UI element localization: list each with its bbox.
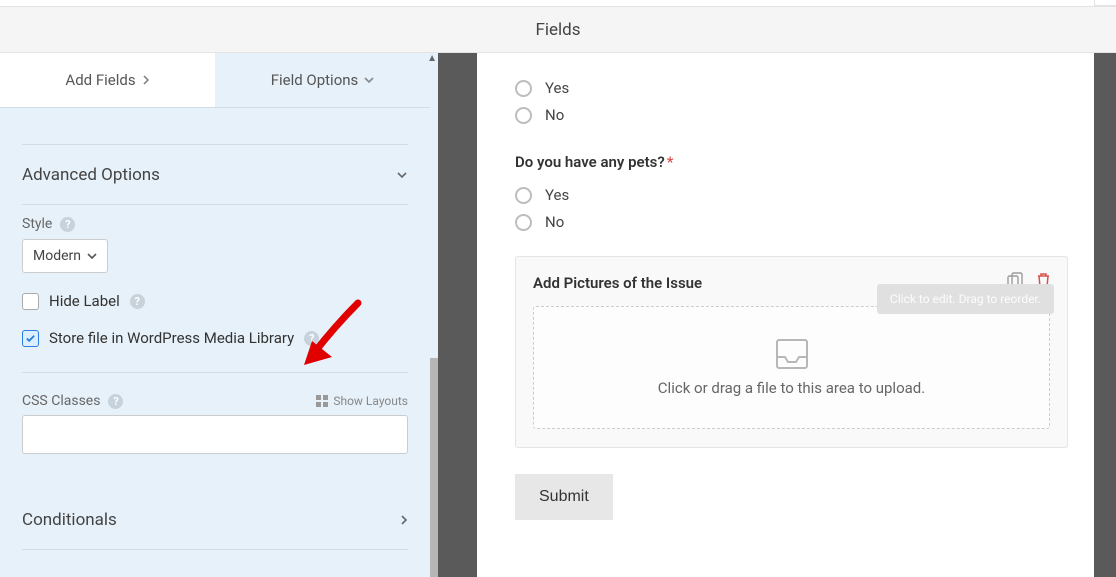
option-no-label: No [545,213,564,231]
submit-button[interactable]: Submit [515,474,613,520]
section-advanced-options[interactable]: Advanced Options [22,145,408,204]
help-icon[interactable]: ? [60,217,75,232]
store-media-text: Store file in WordPress Media Library [49,329,294,347]
radio-icon[interactable] [515,107,532,124]
question-pets: Do you have any pets?* [515,153,1068,171]
help-icon[interactable]: ? [304,331,319,346]
show-layouts-text: Show Layouts [333,394,408,408]
css-label: CSS Classes [22,393,100,409]
style-label-row: Style ? [22,216,408,232]
radio-icon[interactable] [515,187,532,204]
hide-label-checkbox[interactable] [22,293,39,310]
upload-dropzone[interactable]: Click or drag a file to this area to upl… [533,306,1050,429]
required-asterisk: * [667,153,674,171]
css-label-row: CSS Classes ? [22,393,123,409]
tab-field-options[interactable]: Field Options [215,53,430,107]
sidebar-scroll-thumb[interactable] [430,358,438,577]
radio-icon[interactable] [515,214,532,231]
inbox-icon [775,339,809,369]
section-advanced-label: Advanced Options [22,165,160,185]
option-no-label: No [545,106,564,124]
radio-option-no[interactable]: No [515,106,1068,124]
section-conditionals[interactable]: Conditionals [22,490,408,549]
tab-options-label: Field Options [271,71,359,89]
scroll-up-icon[interactable]: ▲ [427,53,437,64]
radio-icon[interactable] [515,80,532,97]
grid-icon [316,395,328,407]
radio-option-no[interactable]: No [515,213,1068,231]
radio-option-yes[interactable]: Yes [515,186,1068,204]
style-value: Modern [33,248,81,264]
header-title: Fields [0,7,1116,53]
style-select[interactable]: Modern [22,239,108,273]
preview-area: Yes No Do you have any pets?* Yes No [438,53,1116,577]
help-icon[interactable]: ? [108,394,123,409]
question-pets-text: Do you have any pets? [515,153,665,171]
chevron-down-icon [396,171,408,179]
option-yes-label: Yes [545,79,569,97]
tab-add-label: Add Fields [65,71,135,89]
upload-field[interactable]: Add Pictures of the Issue Click or drag … [515,256,1068,448]
edit-tooltip: Click to edit. Drag to reorder. [877,284,1054,314]
show-layouts-link[interactable]: Show Layouts [316,394,408,408]
chevron-down-icon [364,76,374,84]
sidebar-tabs: Add Fields Field Options [0,53,430,108]
store-media-row[interactable]: Store file in WordPress Media Library ? [22,329,408,347]
help-icon[interactable]: ? [130,294,145,309]
style-label: Style [22,216,52,232]
store-media-checkbox[interactable] [22,330,39,347]
upload-hint: Click or drag a file to this area to upl… [658,379,925,397]
chevron-right-icon [142,75,150,85]
radio-option-yes[interactable]: Yes [515,79,1068,97]
form-canvas[interactable]: Yes No Do you have any pets?* Yes No [477,53,1094,577]
hide-label-row[interactable]: Hide Label ? [22,292,408,310]
section-conditionals-label: Conditionals [22,510,117,530]
css-classes-input[interactable] [22,415,408,454]
chevron-right-icon [400,514,408,526]
sidebar-scrollbar[interactable]: ▲ [430,53,438,577]
hide-label-text: Hide Label [49,292,120,310]
tab-add-fields[interactable]: Add Fields [0,53,215,107]
option-yes-label: Yes [545,186,569,204]
chevron-down-icon [87,252,97,260]
